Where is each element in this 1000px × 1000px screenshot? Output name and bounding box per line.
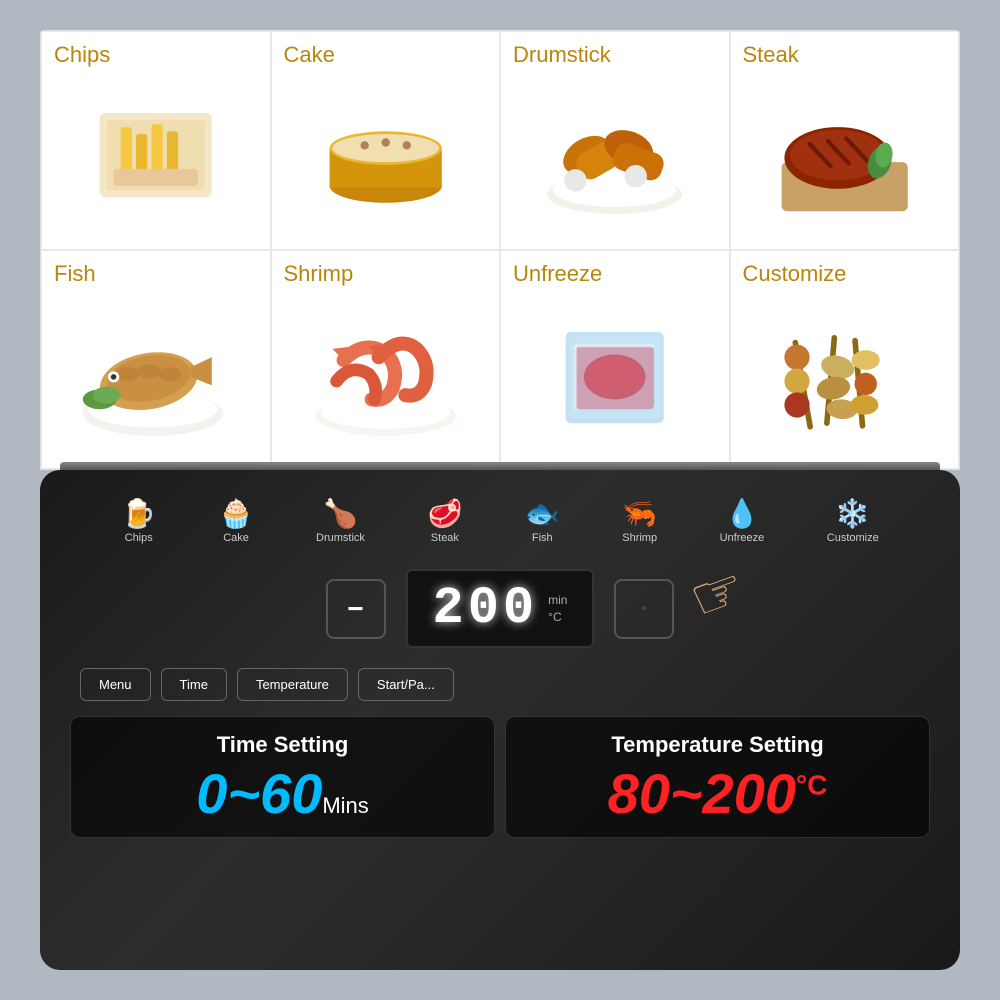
unfreeze-icon: 💧 — [724, 500, 759, 528]
temp-range: 80~200 — [608, 762, 796, 825]
food-label-chips: Chips — [54, 42, 110, 68]
info-row: Time Setting 0~60Mins Temperature Settin… — [70, 716, 930, 838]
drumstick-mode-label: Drumstick — [316, 532, 365, 544]
food-label-steak: Steak — [743, 42, 799, 68]
mode-icons-row: 🍺 Chips 🧁 Cake 🍗 Drumstick 🥩 Steak 🐟 Fis… — [70, 490, 930, 549]
food-label-fish: Fish — [54, 261, 96, 287]
temperature-button[interactable]: Temperature — [237, 668, 348, 701]
time-range: 0~60 — [196, 762, 322, 825]
temp-value-display: 200 — [433, 579, 539, 638]
chips-icon: 🍺 — [121, 500, 156, 528]
food-item-drumstick[interactable]: Drumstick — [500, 31, 730, 250]
chips-mode-label: Chips — [125, 532, 153, 544]
time-unit: Mins — [322, 793, 368, 818]
food-item-customize[interactable]: Customize — [730, 250, 960, 469]
food-item-unfreeze[interactable]: Unfreeze — [500, 250, 730, 469]
time-button[interactable]: Time — [161, 668, 227, 701]
minus-button[interactable]: − — [326, 579, 386, 639]
food-label-shrimp: Shrimp — [284, 261, 354, 287]
mode-unfreeze[interactable]: 💧 Unfreeze — [720, 500, 765, 544]
finger-pointer-icon: ☞ — [680, 551, 754, 635]
temp-setting-value: 80~200°C — [526, 766, 909, 822]
food-item-fish[interactable]: Fish — [41, 250, 271, 469]
customize-icon: ❄️ — [835, 500, 870, 528]
drumstick-icon: 🍗 — [323, 500, 358, 528]
temp-units: min °C — [548, 592, 567, 626]
unfreeze-mode-label: Unfreeze — [720, 532, 765, 544]
food-item-chips[interactable]: Chips — [41, 31, 271, 250]
fish-icon: 🐟 — [525, 500, 560, 528]
mode-drumstick[interactable]: 🍗 Drumstick — [316, 500, 365, 544]
shrimp-mode-label: Shrimp — [622, 532, 657, 544]
buttons-row: Menu Time Temperature Start/Pa... — [70, 668, 930, 701]
mode-fish[interactable]: 🐟 Fish — [525, 500, 560, 544]
temperature-display: 200 min °C — [406, 569, 595, 648]
steak-icon: 🥩 — [427, 500, 462, 528]
time-setting-box: Time Setting 0~60Mins — [70, 716, 495, 838]
mode-chips[interactable]: 🍺 Chips — [121, 500, 156, 544]
customize-mode-label: Customize — [827, 532, 879, 544]
food-item-steak[interactable]: Steak — [730, 31, 960, 250]
fish-mode-label: Fish — [532, 532, 553, 544]
food-label-drumstick: Drumstick — [513, 42, 611, 68]
control-panel: 🍺 Chips 🧁 Cake 🍗 Drumstick 🥩 Steak 🐟 Fis… — [40, 470, 960, 970]
mode-steak[interactable]: 🥩 Steak — [427, 500, 462, 544]
food-label-unfreeze: Unfreeze — [513, 261, 602, 287]
food-item-cake[interactable]: Cake — [271, 31, 501, 250]
display-row: − 200 min °C ▪️ ☞ — [70, 564, 930, 653]
food-item-shrimp[interactable]: Shrimp — [271, 250, 501, 469]
shrimp-icon: 🦐 — [622, 500, 657, 528]
menu-button[interactable]: Menu — [80, 668, 151, 701]
start-pause-button[interactable]: Start/Pa... — [358, 668, 454, 701]
plus-button[interactable]: ▪️ — [614, 579, 674, 639]
mode-shrimp[interactable]: 🦐 Shrimp — [622, 500, 657, 544]
cake-icon: 🧁 — [219, 500, 254, 528]
time-setting-title: Time Setting — [91, 732, 474, 758]
food-grid: Chips Cake — [40, 30, 960, 470]
plus-btn-container: ▪️ ☞ — [614, 579, 674, 639]
time-setting-value: 0~60Mins — [91, 766, 474, 822]
cake-mode-label: Cake — [223, 532, 249, 544]
temp-unit: °C — [796, 770, 827, 801]
temp-setting-title: Temperature Setting — [526, 732, 909, 758]
food-label-customize: Customize — [743, 261, 847, 287]
food-label-cake: Cake — [284, 42, 335, 68]
temp-setting-box: Temperature Setting 80~200°C — [505, 716, 930, 838]
mode-cake[interactable]: 🧁 Cake — [219, 500, 254, 544]
mode-customize[interactable]: ❄️ Customize — [827, 500, 879, 544]
steak-mode-label: Steak — [431, 532, 459, 544]
main-container: Chips Cake — [40, 30, 960, 970]
